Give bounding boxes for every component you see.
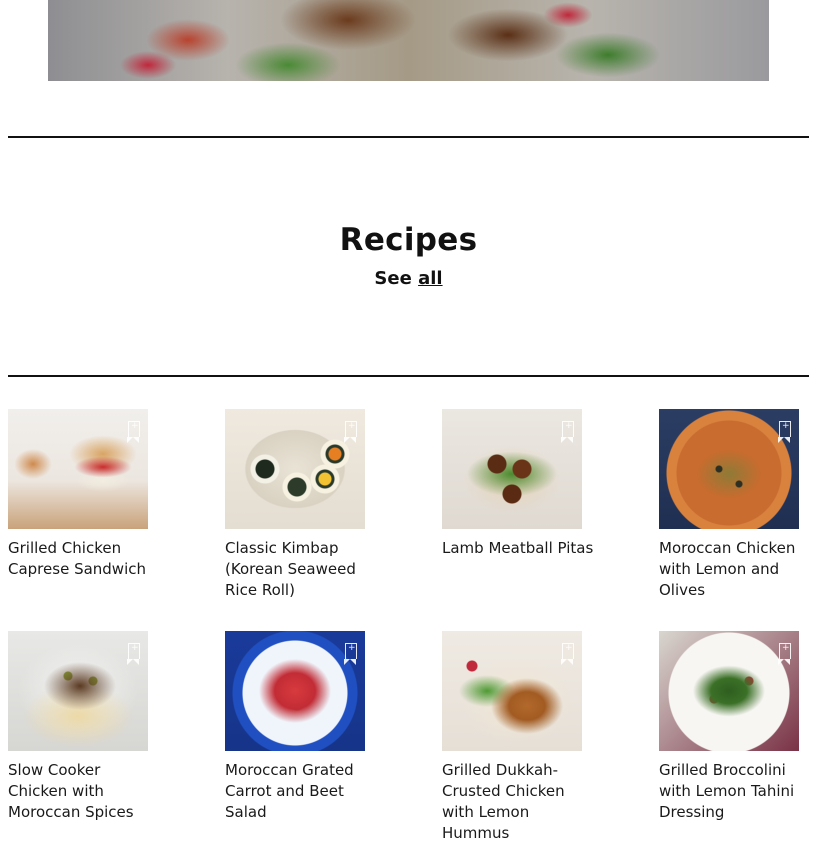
recipe-card[interactable]: + Lamb Meatball Pitas xyxy=(442,409,622,559)
recipe-thumbnail[interactable]: + xyxy=(442,631,582,751)
recipe-card[interactable]: + Grilled Broccolini with Lemon Tahini D… xyxy=(659,631,817,823)
recipe-thumbnail[interactable]: + xyxy=(659,631,799,751)
recipe-thumbnail[interactable]: + xyxy=(225,631,365,751)
recipe-title[interactable]: Grilled Dukkah-Crusted Chicken with Lemo… xyxy=(442,760,597,844)
bookmark-add-icon[interactable]: + xyxy=(127,421,140,443)
recipe-title[interactable]: Slow Cooker Chicken with Moroccan Spices xyxy=(8,760,163,823)
recipe-card[interactable]: + Slow Cooker Chicken with Moroccan Spic… xyxy=(8,631,188,823)
recipe-card[interactable]: + Classic Kimbap (Korean Seaweed Rice Ro… xyxy=(225,409,405,601)
see-all-prefix: See xyxy=(374,268,412,289)
bookmark-add-icon[interactable]: + xyxy=(344,643,357,665)
bookmark-add-icon[interactable]: + xyxy=(561,421,574,443)
recipe-thumbnail[interactable]: + xyxy=(225,409,365,529)
recipe-title[interactable]: Lamb Meatball Pitas xyxy=(442,538,597,559)
hero-image xyxy=(48,0,769,81)
section-title: Recipes xyxy=(339,222,478,258)
recipe-card[interactable]: + Grilled Chicken Caprese Sandwich xyxy=(8,409,188,580)
recipe-title[interactable]: Classic Kimbap (Korean Seaweed Rice Roll… xyxy=(225,538,380,601)
recipe-card[interactable]: + Moroccan Chicken with Lemon and Olives xyxy=(659,409,817,601)
bookmark-add-icon[interactable]: + xyxy=(561,643,574,665)
bookmark-add-icon[interactable]: + xyxy=(344,421,357,443)
section-divider-bottom xyxy=(8,375,809,377)
recipe-title[interactable]: Grilled Broccolini with Lemon Tahini Dre… xyxy=(659,760,814,823)
recipe-card[interactable]: + Grilled Dukkah-Crusted Chicken with Le… xyxy=(442,631,622,844)
recipe-thumbnail[interactable]: + xyxy=(659,409,799,529)
recipe-title[interactable]: Moroccan Grated Carrot and Beet Salad xyxy=(225,760,380,823)
see-all-link[interactable]: all xyxy=(418,268,443,289)
section-divider-top xyxy=(8,136,809,138)
recipe-title[interactable]: Grilled Chicken Caprese Sandwich xyxy=(8,538,163,580)
recipe-card[interactable]: + Moroccan Grated Carrot and Beet Salad xyxy=(225,631,405,823)
recipe-title[interactable]: Moroccan Chicken with Lemon and Olives xyxy=(659,538,814,601)
bookmark-add-icon[interactable]: + xyxy=(778,643,791,665)
see-all-line: See all xyxy=(0,268,817,289)
bookmark-add-icon[interactable]: + xyxy=(127,643,140,665)
bookmark-add-icon[interactable]: + xyxy=(778,421,791,443)
recipe-thumbnail[interactable]: + xyxy=(8,409,148,529)
recipe-thumbnail[interactable]: + xyxy=(442,409,582,529)
recipe-thumbnail[interactable]: + xyxy=(8,631,148,751)
